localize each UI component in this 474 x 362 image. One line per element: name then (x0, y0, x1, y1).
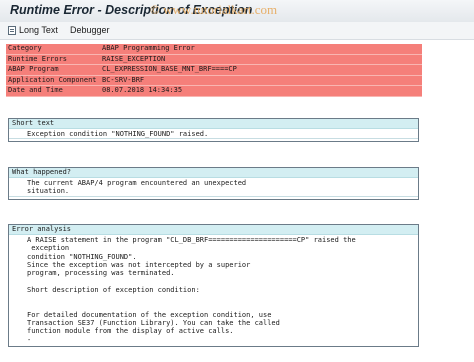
header-label: Category (8, 44, 42, 52)
text-line: function module from the display of acti… (27, 327, 234, 336)
debugger-label: Debugger (70, 25, 110, 35)
section-heading: Short text (9, 119, 418, 129)
error-analysis-section: Error analysis A RAISE statement in the … (8, 224, 419, 347)
text-line: Short description of exception condition… (27, 285, 200, 294)
header-row-runtime-errors: Runtime Errors RAISE_EXCEPTION (6, 54, 422, 65)
document-icon (8, 26, 16, 35)
text-line: Since the exception was not intercepted … (27, 260, 251, 269)
what-happened-section: What happened? The current ABAP/4 progra… (8, 167, 419, 200)
header-value: 08.07.2018 14:34:35 (102, 86, 183, 94)
text-line: The current ABAP/4 program encountered a… (27, 179, 247, 187)
header-row-category: Category ABAP Programming Error (6, 44, 422, 55)
section-heading: What happened? (9, 168, 418, 178)
section-heading: Error analysis (9, 225, 418, 235)
title-bar: Runtime Error - Description of Exception… (0, 0, 474, 23)
text-line: For detailed documentation of the except… (27, 310, 272, 319)
header-row-application-component: Application Component BC-SRV-BRF (6, 75, 422, 86)
header-value: RAISE_EXCEPTION (102, 54, 166, 63)
text-line (9, 294, 418, 302)
header-table: Category ABAP Programming Error Runtime … (6, 44, 422, 97)
text-line (9, 302, 418, 310)
header-label: Application Component (8, 75, 97, 84)
text-line (9, 277, 418, 285)
header-label: Date and Time (8, 86, 63, 94)
header-value: CL_EXPRESSION_BASE_MNT_BRF====CP (102, 65, 237, 73)
long-text-button[interactable]: Long Text (8, 25, 58, 35)
header-label: Runtime Errors (8, 54, 68, 63)
text-line: Transaction SE37 (Function Library). You… (27, 318, 280, 327)
header-row-abap-program: ABAP Program CL_EXPRESSION_BASE_MNT_BRF=… (6, 65, 422, 76)
text-line: program, processing was terminated. (27, 269, 175, 278)
text-line: condition "NOTHING_FOUND". (27, 252, 137, 261)
header-value: ABAP Programming Error (102, 44, 195, 52)
short-text-section: Short text Exception condition "NOTHING_… (8, 118, 419, 143)
debugger-button[interactable]: Debugger (70, 25, 110, 35)
text-line: situation. (9, 187, 418, 197)
text-line: exception (27, 244, 70, 253)
long-text-label: Long Text (19, 25, 58, 35)
header-value: BC-SRV-BRF (102, 75, 145, 84)
text-line: - (27, 335, 32, 344)
text-line: Exception condition "NOTHING_FOUND" rais… (9, 130, 418, 140)
text-line: A RAISE statement in the program "CL_DB_… (27, 236, 356, 244)
header-label: ABAP Program (8, 65, 59, 73)
header-row-date-time: Date and Time 08.07.2018 14:34:35 (6, 86, 422, 97)
watermark: © www.tutorialkart.com (150, 2, 278, 17)
toolbar: Long Text Debugger (0, 22, 474, 40)
